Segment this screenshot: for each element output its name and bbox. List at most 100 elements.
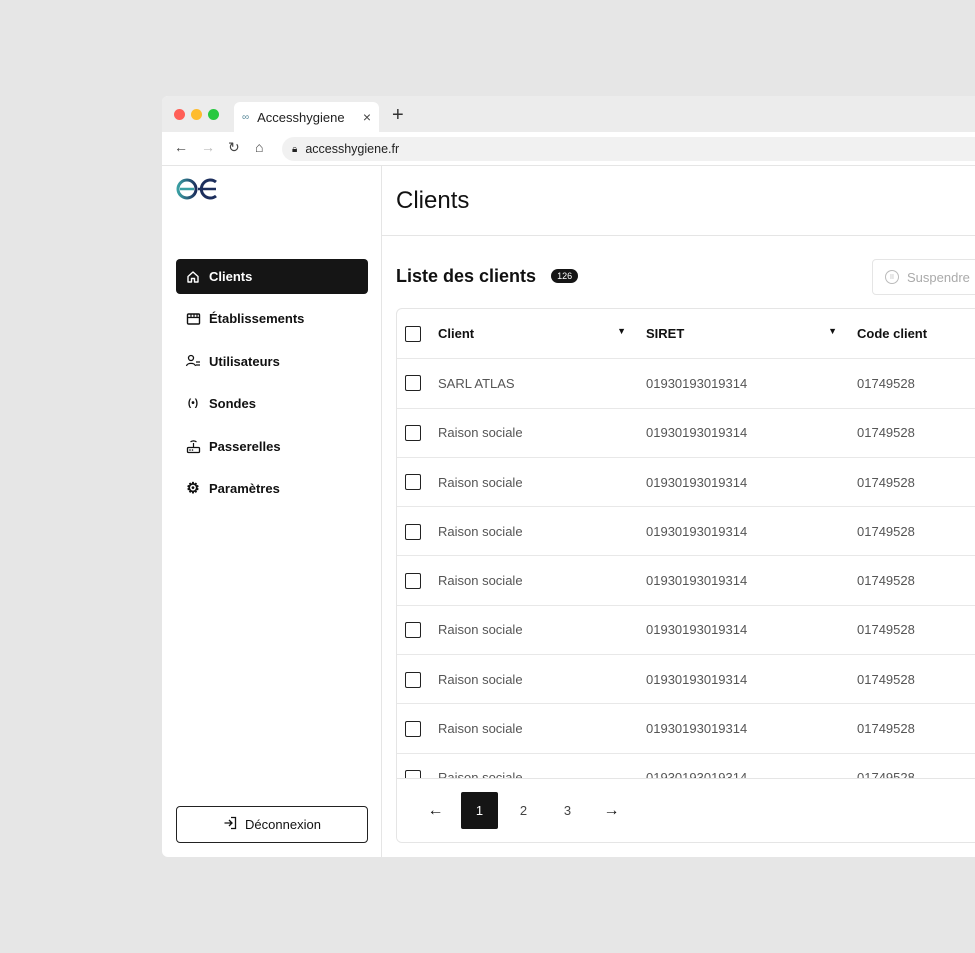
sidebar-item-sondes[interactable]: (•) Sondes [176, 386, 368, 421]
pagination: ← 1 2 3 → [397, 778, 975, 842]
siret-cell: 01930193019314 [646, 358, 857, 409]
tab-title: Accesshygiene [257, 109, 345, 125]
reload-icon[interactable]: ↻ [228, 139, 240, 156]
column-label: SIRET [646, 325, 685, 341]
suspend-button[interactable]: II Suspendre [872, 259, 975, 295]
back-icon[interactable]: ← [174, 139, 188, 155]
table-row[interactable]: Raison sociale 01930193019314 01749528 [397, 506, 975, 557]
table-header-row: Client ▼ SIRET ▼ Code client [397, 309, 975, 359]
siret-cell: 01930193019314 [646, 753, 857, 779]
sidebar-item-passerelles[interactable]: Passerelles [176, 429, 368, 464]
table-row[interactable]: Raison sociale 01930193019314 01749528 [397, 555, 975, 606]
siret-cell: 01930193019314 [646, 703, 857, 754]
code-cell: 01749528 [857, 457, 975, 508]
next-page-button[interactable]: → [593, 792, 630, 829]
table-row[interactable]: Raison sociale 01930193019314 01749528 [397, 654, 975, 705]
sidebar-item-utilisateurs[interactable]: Utilisateurs [176, 344, 368, 379]
table-row[interactable]: Raison sociale 01930193019314 01749528 [397, 408, 975, 458]
new-tab-button[interactable]: + [392, 104, 404, 127]
code-cell: 01749528 [857, 555, 975, 606]
page-button-3[interactable]: 3 [549, 792, 586, 829]
browser-tab[interactable]: ∞ Accesshygiene × [234, 102, 379, 132]
router-icon [185, 438, 201, 454]
client-cell: Raison sociale [438, 408, 646, 458]
gear-icon: ⚙ [186, 480, 200, 498]
sidebar-item-etablissements[interactable]: Établissements [176, 301, 368, 336]
sidebar-item-label: Clients [209, 269, 253, 284]
siret-cell: 01930193019314 [646, 408, 857, 458]
row-checkbox[interactable] [405, 474, 421, 491]
select-all-checkbox[interactable] [405, 325, 421, 342]
list-header: Liste des clients 126 II Suspendre [396, 259, 975, 295]
siret-cell: 01930193019314 [646, 457, 857, 508]
table-row[interactable]: Raison sociale 01930193019314 01749528 [397, 753, 975, 779]
close-window-button[interactable] [174, 109, 185, 120]
sort-caret-icon[interactable]: ▼ [828, 326, 837, 336]
browser-window: ∞ Accesshygiene × + ← → ↻ ⌂ 🔒︎ accesshyg… [162, 96, 975, 857]
column-label: Client [438, 325, 475, 341]
column-header-client[interactable]: Client ▼ [438, 309, 646, 359]
page-title: Clients [396, 186, 470, 214]
sidebar-item-label: Paramètres [209, 480, 280, 496]
table-row[interactable]: SARL ATLAS 01930193019314 01749528 [397, 358, 975, 409]
table-row[interactable]: Raison sociale 01930193019314 01749528 [397, 457, 975, 508]
list-title: Liste des clients [396, 265, 537, 286]
siret-cell: 01930193019314 [646, 506, 857, 557]
lock-icon: 🔒︎ [292, 143, 298, 155]
users-icon [185, 353, 201, 369]
row-checkbox[interactable] [405, 425, 421, 442]
url-field[interactable]: 🔒︎ accesshygiene.fr [282, 137, 975, 161]
table-body: SARL ATLAS 01930193019314 01749528 Raison … [397, 358, 975, 779]
app: Clients Établissements Utilisateurs (•) [162, 166, 975, 857]
sort-caret-icon[interactable]: ▼ [617, 326, 626, 336]
column-header-code-client[interactable]: Code client [857, 309, 975, 359]
client-cell: Raison sociale [438, 555, 646, 606]
row-checkbox[interactable] [405, 671, 421, 688]
maximize-window-button[interactable] [208, 109, 219, 120]
address-bar: ← → ↻ ⌂ 🔒︎ accesshygiene.fr [162, 132, 975, 166]
client-cell: Raison sociale [438, 753, 646, 779]
sidebar-item-label: Passerelles [209, 438, 281, 454]
sidebar-item-parametres[interactable]: ⚙ Paramètres [176, 471, 368, 506]
suspend-label: Suspendre [907, 269, 970, 285]
table-row[interactable]: Raison sociale 01930193019314 01749528 [397, 605, 975, 656]
sidebar-item-label: Utilisateurs [209, 353, 280, 369]
row-checkbox[interactable] [405, 720, 421, 737]
tab-close-icon[interactable]: × [363, 109, 371, 125]
client-cell: Raison sociale [438, 654, 646, 705]
client-cell: SARL ATLAS [438, 358, 646, 409]
row-checkbox[interactable] [405, 523, 421, 540]
table-row[interactable]: Raison sociale 01930193019314 01749528 [397, 703, 975, 754]
code-cell: 01749528 [857, 605, 975, 656]
sidebar-item-label: Établissements [209, 311, 305, 327]
minimize-window-button[interactable] [191, 109, 202, 120]
signal-icon: (•) [187, 398, 199, 410]
page-button-2[interactable]: 2 [505, 792, 542, 829]
pause-icon: II [885, 270, 899, 284]
code-cell: 01749528 [857, 753, 975, 779]
sidebar-item-clients[interactable]: Clients [176, 259, 368, 294]
code-cell: 01749528 [857, 408, 975, 458]
logout-icon [223, 816, 237, 833]
page-button-1[interactable]: 1 [461, 792, 498, 829]
logo[interactable] [176, 176, 220, 207]
count-badge: 126 [551, 269, 579, 283]
page-header: Clients [382, 166, 975, 236]
code-cell: 01749528 [857, 358, 975, 409]
column-header-siret[interactable]: SIRET ▼ [646, 309, 857, 359]
siret-cell: 01930193019314 [646, 654, 857, 705]
sidebar-nav: Clients Établissements Utilisateurs (•) [176, 259, 368, 513]
row-checkbox[interactable] [405, 622, 421, 639]
clients-table: Client ▼ SIRET ▼ Code client SARL ATLAS 019… [396, 308, 975, 843]
favicon-icon: ∞ [242, 111, 250, 123]
client-cell: Raison sociale [438, 703, 646, 754]
siret-cell: 01930193019314 [646, 605, 857, 656]
forward-icon[interactable]: → [201, 139, 215, 155]
prev-page-button[interactable]: ← [417, 792, 454, 829]
column-label: Code client [857, 325, 928, 341]
row-checkbox[interactable] [405, 572, 421, 589]
logout-button[interactable]: Déconnexion [176, 806, 368, 843]
select-all-cell [397, 309, 438, 359]
row-checkbox[interactable] [405, 375, 421, 392]
home-nav-icon[interactable]: ⌂ [255, 139, 263, 155]
